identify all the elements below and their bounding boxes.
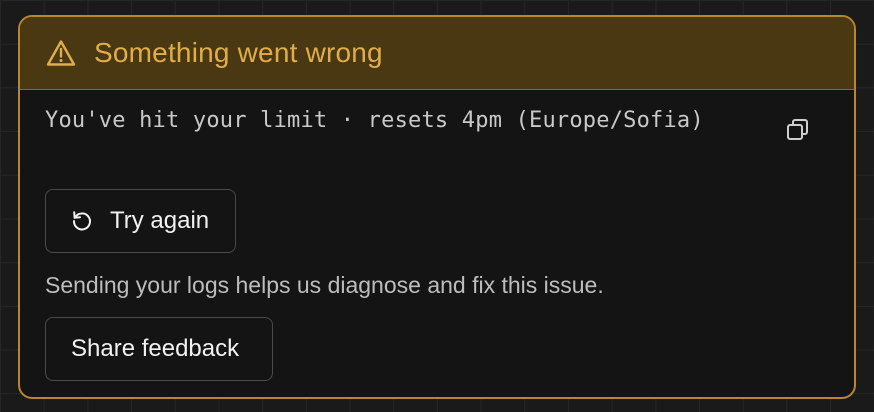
retry-icon	[70, 209, 94, 233]
share-feedback-label: Share feedback	[71, 335, 240, 362]
error-card: Something went wrong You've hit your lim…	[18, 15, 856, 399]
error-card-header: Something went wrong	[20, 17, 854, 90]
warning-triangle-icon	[46, 38, 76, 68]
error-message: You've hit your limit · resets 4pm (Euro…	[45, 108, 704, 133]
share-feedback-button[interactable]: Share feedback	[45, 317, 273, 381]
try-again-button[interactable]: Try again	[45, 189, 236, 253]
error-title: Something went wrong	[94, 37, 383, 68]
try-again-label: Try again	[110, 207, 210, 234]
copy-button[interactable]	[780, 112, 816, 148]
copy-icon	[787, 119, 808, 140]
feedback-hint: Sending your logs helps us diagnose and …	[45, 272, 604, 298]
message-row: You've hit your limit · resets 4pm (Euro…	[20, 90, 854, 190]
